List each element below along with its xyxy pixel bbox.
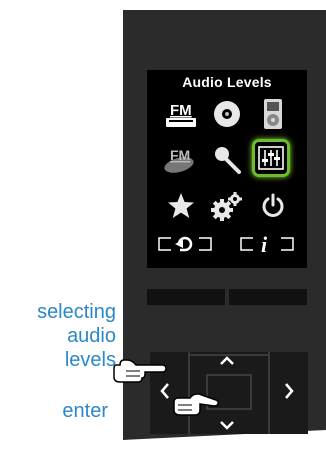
annotation-line-selecting: selecting — [37, 301, 116, 323]
svg-text:i: i — [261, 233, 268, 255]
annotation-line-levels: levels — [64, 349, 116, 371]
dpad-left-button[interactable] — [158, 382, 172, 406]
info-icon: i — [235, 230, 299, 258]
screen-title: Audio Levels — [182, 74, 272, 90]
device-illustration: Audio Levels FM FM i selecting audio lev… — [0, 0, 326, 461]
star-icon[interactable] — [161, 188, 201, 224]
fm-presets-icon[interactable]: FM — [161, 142, 201, 178]
pointing-hand-icon — [113, 359, 167, 383]
dpad-down-button[interactable] — [218, 416, 236, 439]
power-icon[interactable] — [253, 188, 293, 224]
back-icon — [153, 230, 217, 258]
audio-levels-icon[interactable] — [251, 139, 291, 177]
svg-text:FM: FM — [170, 147, 190, 163]
microphone-icon[interactable] — [207, 142, 247, 178]
settings-icon[interactable] — [207, 188, 247, 224]
dpad-up-button[interactable] — [218, 350, 236, 373]
selection-highlight — [252, 139, 290, 177]
dpad-right-button[interactable] — [282, 382, 296, 406]
annotation-enter: enter — [62, 400, 108, 422]
svg-text:FM: FM — [170, 102, 192, 119]
pointing-hand-icon — [173, 393, 219, 416]
fm-radio-icon[interactable]: FM — [161, 96, 201, 132]
ipod-icon[interactable] — [253, 96, 293, 132]
softkey-right-button[interactable] — [229, 289, 307, 305]
annotation-selecting-audio-levels: selecting audio levels — [0, 300, 116, 372]
dpad-divider — [250, 374, 252, 410]
annotation-line-audio: audio — [67, 325, 116, 347]
display-screen: Audio Levels FM FM i — [147, 70, 307, 268]
dpad-divider — [268, 352, 270, 434]
softkey-bar — [147, 289, 307, 305]
softkey-left-button[interactable] — [147, 289, 225, 305]
cd-icon[interactable] — [207, 96, 247, 132]
